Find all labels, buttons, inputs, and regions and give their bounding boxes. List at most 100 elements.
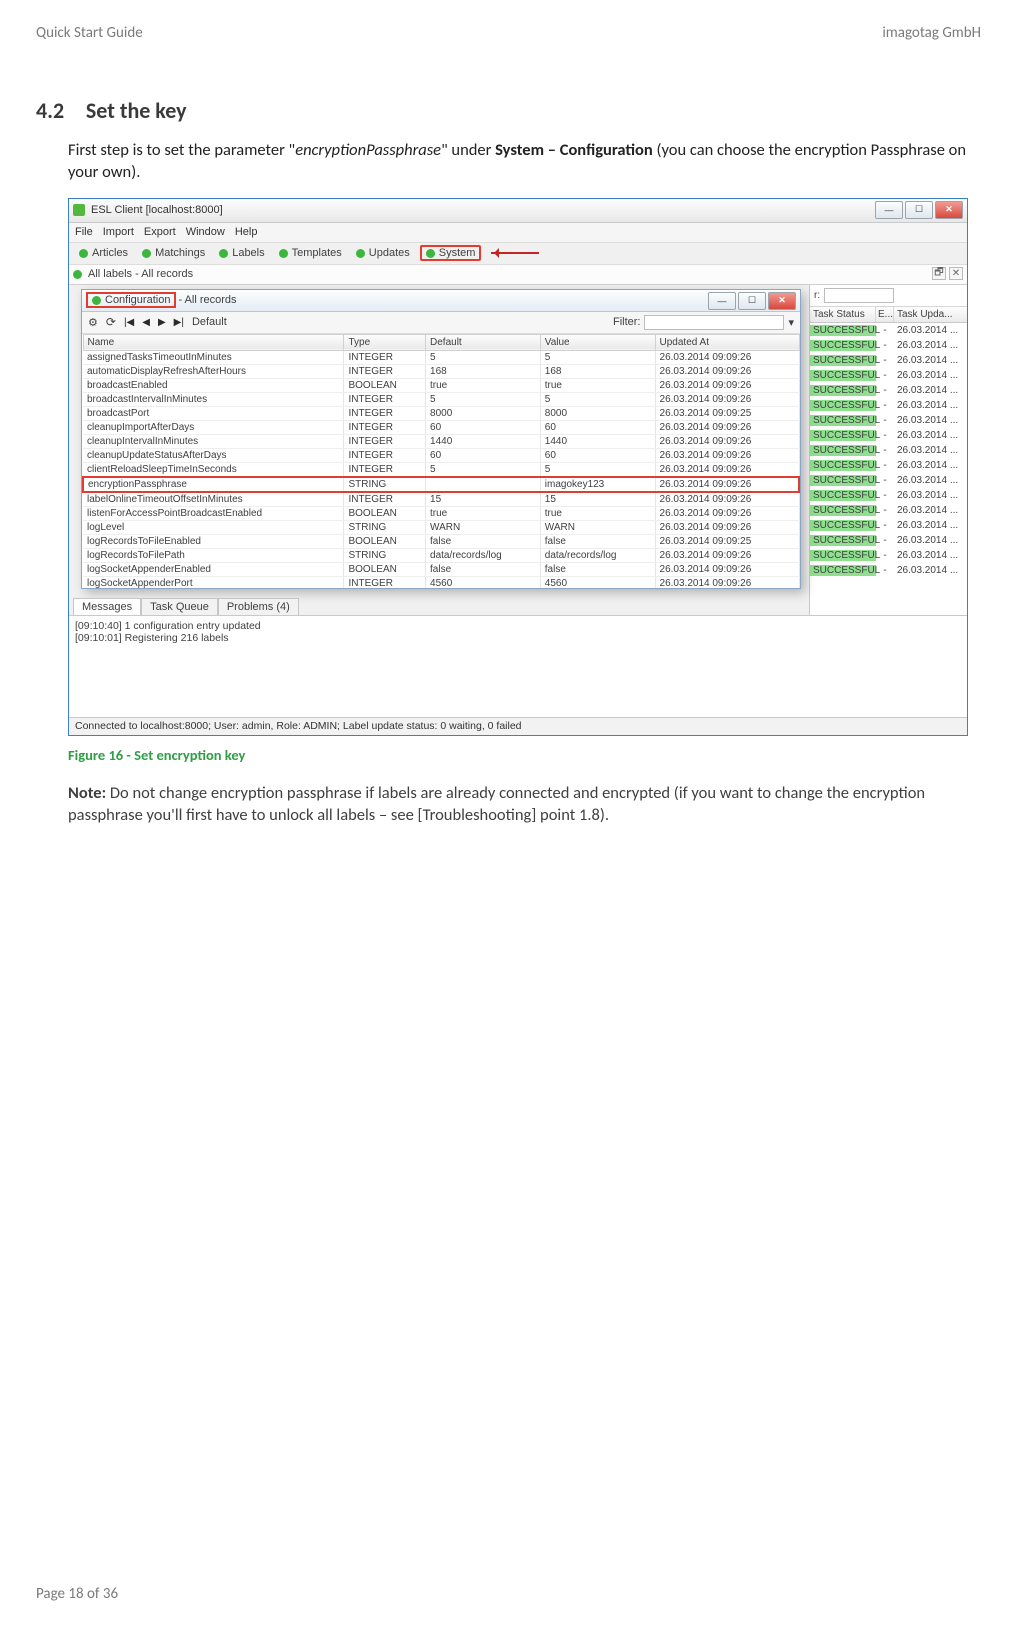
toolbar-matchings[interactable]: Matchings — [138, 246, 209, 260]
log-area[interactable]: [09:10:40] 1 configuration entry updated… — [69, 615, 967, 717]
menu-help[interactable]: Help — [235, 226, 258, 238]
config-row[interactable]: logSocketAppenderPortINTEGER4560456026.0… — [83, 576, 799, 588]
inner-title-highlight: Configuration — [86, 292, 176, 308]
side-row[interactable]: SUCCESSFUL-26.03.2014 ... — [810, 428, 967, 443]
maximize-button[interactable]: ☐ — [905, 201, 933, 219]
cell-val: false — [540, 534, 655, 548]
side-row[interactable]: SUCCESSFUL-26.03.2014 ... — [810, 533, 967, 548]
bottom-tab-messages[interactable]: Messages — [73, 598, 141, 615]
cell-def: false — [426, 534, 541, 548]
bottom-tab-problems[interactable]: Problems (4) — [218, 598, 299, 615]
cell-type: INTEGER — [344, 364, 426, 378]
col-default[interactable]: Default — [426, 334, 541, 350]
toolbar-updates[interactable]: Updates — [352, 246, 414, 260]
side-row[interactable]: SUCCESSFUL-26.03.2014 ... — [810, 323, 967, 338]
config-row[interactable]: cleanupIntervalInMinutesINTEGER144014402… — [83, 434, 799, 448]
menu-export[interactable]: Export — [144, 226, 176, 238]
inner-maximize-button[interactable]: ☐ — [738, 292, 766, 310]
config-row[interactable]: cleanupUpdateStatusAfterDaysINTEGER60602… — [83, 448, 799, 462]
grid-scroll[interactable]: NameTypeDefaultValueUpdated At assignedT… — [82, 334, 800, 588]
config-row[interactable]: logLevelSTRINGWARNWARN26.03.2014 09:09:2… — [83, 520, 799, 534]
toolbar-label: Articles — [92, 247, 128, 259]
side-row[interactable]: SUCCESSFUL-26.03.2014 ... — [810, 368, 967, 383]
toolbar-system[interactable]: System — [420, 245, 482, 261]
config-row[interactable]: cleanupImportAfterDaysINTEGER606026.03.2… — [83, 420, 799, 434]
config-row[interactable]: logRecordsToFilePathSTRINGdata/records/l… — [83, 548, 799, 562]
cell-type: STRING — [344, 548, 426, 562]
config-row[interactable]: automaticDisplayRefreshAfterHoursINTEGER… — [83, 364, 799, 378]
config-row[interactable]: logRecordsToFileEnabledBOOLEANfalsefalse… — [83, 534, 799, 548]
bottom-tabs: MessagesTask QueueProblems (4) — [73, 595, 299, 615]
side-row[interactable]: SUCCESSFUL-26.03.2014 ... — [810, 473, 967, 488]
col-name[interactable]: Name — [83, 334, 344, 350]
config-row[interactable]: logSocketAppenderEnabledBOOLEANfalsefals… — [83, 562, 799, 576]
toolbar-articles[interactable]: Articles — [75, 246, 132, 260]
minimize-button[interactable]: — — [875, 201, 903, 219]
cell-type: INTEGER — [344, 406, 426, 420]
side-row[interactable]: SUCCESSFUL-26.03.2014 ... — [810, 548, 967, 563]
side-row[interactable]: SUCCESSFUL-26.03.2014 ... — [810, 398, 967, 413]
side-row[interactable]: SUCCESSFUL-26.03.2014 ... — [810, 458, 967, 473]
workspace: All labels - All records 🗗 ✕ r: Task Sta… — [69, 265, 967, 735]
inner-close-button[interactable]: ✕ — [768, 292, 796, 310]
config-row[interactable]: broadcastEnabledBOOLEANtruetrue26.03.201… — [83, 378, 799, 392]
refresh-icon[interactable] — [106, 315, 116, 329]
side-filter-input[interactable] — [824, 288, 894, 303]
nav-next-icon[interactable]: ▶ — [158, 317, 166, 328]
side-row[interactable]: SUCCESSFUL-26.03.2014 ... — [810, 503, 967, 518]
filter-dropdown-icon[interactable]: ▾ — [788, 316, 794, 329]
side-col-upd[interactable]: Task Upda... — [894, 307, 967, 322]
menu-window[interactable]: Window — [186, 226, 225, 238]
config-row[interactable]: clientReloadSleepTimeInSecondsINTEGER552… — [83, 462, 799, 477]
cell-type: INTEGER — [344, 462, 426, 477]
config-row[interactable]: labelOnlineTimeoutOffsetInMinutesINTEGER… — [83, 492, 799, 507]
side-row[interactable]: SUCCESSFUL-26.03.2014 ... — [810, 443, 967, 458]
cell-def: 168 — [426, 364, 541, 378]
cell-upd: 26.03.2014 09:09:26 — [655, 477, 799, 492]
side-date: 26.03.2014 ... — [894, 385, 967, 396]
toolbar-templates[interactable]: Templates — [275, 246, 346, 260]
side-row[interactable]: SUCCESSFUL-26.03.2014 ... — [810, 383, 967, 398]
configuration-window: Configuration - All records — ☐ ✕ |◀ ◀ ▶… — [81, 289, 801, 589]
config-row[interactable]: broadcastPortINTEGER8000800026.03.2014 0… — [83, 406, 799, 420]
cell-upd: 26.03.2014 09:09:26 — [655, 548, 799, 562]
config-row[interactable]: broadcastIntervalInMinutesINTEGER5526.03… — [83, 392, 799, 406]
col-updated-at[interactable]: Updated At — [655, 334, 799, 350]
menu-import[interactable]: Import — [103, 226, 134, 238]
inner-title-text: Configuration — [105, 294, 170, 306]
nav-last-icon[interactable]: ▶| — [174, 317, 184, 328]
side-row[interactable]: SUCCESSFUL-26.03.2014 ... — [810, 353, 967, 368]
cell-upd: 26.03.2014 09:09:25 — [655, 406, 799, 420]
inner-minimize-button[interactable]: — — [708, 292, 736, 310]
config-row[interactable]: encryptionPassphraseSTRINGimagokey12326.… — [83, 477, 799, 492]
side-row[interactable]: SUCCESSFUL-26.03.2014 ... — [810, 488, 967, 503]
config-row[interactable]: assignedTasksTimeoutInMinutesINTEGER5526… — [83, 350, 799, 364]
col-value[interactable]: Value — [540, 334, 655, 350]
side-row[interactable]: SUCCESSFUL-26.03.2014 ... — [810, 338, 967, 353]
side-col-e[interactable]: E... — [876, 307, 894, 322]
config-row[interactable]: listenForAccessPointBroadcastEnabledBOOL… — [83, 506, 799, 520]
bottom-tab-task[interactable]: Task Queue — [141, 598, 218, 615]
page-header: Quick Start Guide imagotag GmbH — [36, 24, 981, 42]
nav-prev-icon[interactable]: ◀ — [142, 317, 150, 328]
col-type[interactable]: Type — [344, 334, 426, 350]
config-grid: NameTypeDefaultValueUpdated At assignedT… — [82, 334, 800, 588]
restore-icon[interactable]: 🗗 — [932, 267, 946, 280]
close-tab-icon[interactable]: ✕ — [949, 267, 963, 280]
toolbar-labels[interactable]: Labels — [215, 246, 268, 260]
log-line: [09:10:40] 1 configuration entry updated — [75, 620, 961, 632]
gear-icon[interactable] — [88, 316, 98, 329]
inner-filter-input[interactable] — [644, 315, 784, 330]
side-row[interactable]: SUCCESSFUL-26.03.2014 ... — [810, 563, 967, 578]
close-button[interactable]: ✕ — [935, 201, 963, 219]
note-label: Note: — [68, 783, 106, 803]
side-row[interactable]: SUCCESSFUL-26.03.2014 ... — [810, 413, 967, 428]
cell-def: 8000 — [426, 406, 541, 420]
side-col-status[interactable]: Task Status — [810, 307, 876, 322]
outer-tab-label[interactable]: All labels - All records — [88, 268, 193, 280]
page-footer: Page 18 of 36 — [36, 1585, 118, 1603]
side-row[interactable]: SUCCESSFUL-26.03.2014 ... — [810, 518, 967, 533]
inner-filter: Filter: ▾ — [613, 315, 794, 330]
menu-file[interactable]: File — [75, 226, 93, 238]
nav-first-icon[interactable]: |◀ — [124, 317, 134, 328]
